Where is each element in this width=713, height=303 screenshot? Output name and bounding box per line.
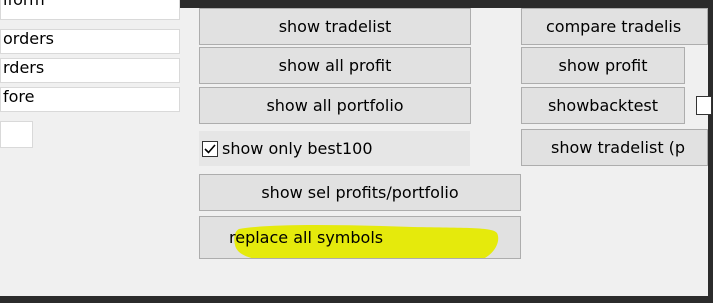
- show-only-best100-checkbox-row[interactable]: show only best100: [199, 131, 470, 166]
- showbacktest-label: showbacktest: [547, 96, 659, 115]
- show-profit-label: show profit: [558, 56, 648, 75]
- show-tradelist-button[interactable]: show tradelist: [199, 8, 471, 45]
- compare-tradelist-button[interactable]: compare tradelis: [521, 8, 708, 45]
- list-item-label: fore: [3, 87, 35, 106]
- show-sel-profits-portfolio-label: show sel profits/portfolio: [261, 183, 459, 202]
- checkmark-icon: [204, 143, 216, 154]
- list-item-rders[interactable]: rders: [0, 58, 180, 83]
- list-item-label: orders: [3, 29, 54, 48]
- window-frame-bottom: [0, 296, 713, 303]
- show-all-portfolio-button[interactable]: show all portfolio: [199, 87, 471, 124]
- show-only-best100-label: show only best100: [222, 139, 373, 158]
- show-all-profit-label: show all profit: [278, 56, 392, 75]
- replace-all-symbols-label: replace all symbols: [229, 228, 384, 247]
- list-item-fore[interactable]: fore: [0, 87, 180, 112]
- show-tradelist-p-button[interactable]: show tradelist (p: [521, 129, 708, 166]
- list-item-orders[interactable]: orders: [0, 29, 180, 54]
- show-sel-profits-portfolio-button[interactable]: show sel profits/portfolio: [199, 174, 521, 211]
- backtest-checkbox[interactable]: [696, 96, 712, 115]
- window-frame-right: [708, 0, 713, 303]
- showbacktest-button[interactable]: showbacktest: [521, 87, 685, 124]
- show-tradelist-p-label: show tradelist (p: [551, 138, 686, 157]
- show-all-profit-button[interactable]: show all profit: [199, 47, 471, 84]
- small-input-box[interactable]: [0, 121, 33, 148]
- list-item-label: rders: [3, 58, 45, 77]
- compare-tradelist-label: compare tradelis: [546, 17, 682, 36]
- show-profit-button[interactable]: show profit: [521, 47, 685, 84]
- list-item-clipped[interactable]: iform: [0, 0, 180, 20]
- show-tradelist-label: show tradelist: [278, 17, 392, 36]
- replace-all-symbols-button[interactable]: replace all symbols: [199, 216, 521, 259]
- list-item-clipped-label: iform: [3, 0, 45, 9]
- show-only-best100-checkbox[interactable]: [202, 140, 218, 157]
- show-all-portfolio-label: show all portfolio: [266, 96, 404, 115]
